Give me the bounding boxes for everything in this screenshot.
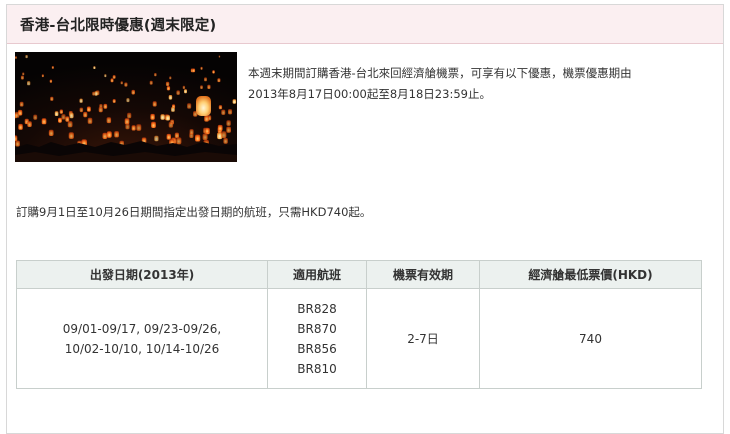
promo-description-line1: 本週末期間訂購香港-台北來回經濟艙機票，可享有以下優惠，機票優惠期由 bbox=[248, 66, 632, 80]
flights-cell: BR828 BR870 BR856 BR810 bbox=[267, 288, 367, 389]
flight-number: BR856 bbox=[297, 341, 337, 356]
offer-text: 訂購9月1日至10月26日期間指定出發日期的航班，只需HKD740起。 bbox=[16, 205, 372, 219]
price-cell: 740 bbox=[479, 288, 702, 389]
header-departure-date: 出發日期(2013年) bbox=[16, 260, 268, 289]
panel-title: 香港-台北限時優惠(週末限定) bbox=[20, 17, 217, 34]
panel-header: 香港-台北限時優惠(週末限定) bbox=[7, 5, 723, 44]
header-flights: 適用航班 bbox=[267, 260, 367, 289]
flight-number: BR828 bbox=[297, 301, 337, 316]
departure-dates-line: 10/02-10/10, 10/14-10/26 bbox=[64, 341, 220, 356]
validity-cell: 2-7日 bbox=[366, 288, 480, 389]
flight-number: BR870 bbox=[297, 321, 337, 336]
header-ticket-validity: 機票有效期 bbox=[366, 260, 480, 289]
header-lowest-fare: 經濟艙最低票價(HKD) bbox=[479, 260, 702, 289]
promo-description: 本週末期間訂購香港-台北來回經濟艙機票，可享有以下優惠，機票優惠期由 2013年… bbox=[248, 63, 700, 105]
sky-lanterns-image bbox=[15, 52, 237, 162]
promo-description-line2: 2013年8月17日00:00起至8月18日23:59止。 bbox=[248, 87, 491, 101]
departure-dates-line: 09/01-09/17, 09/23-09/26, bbox=[62, 321, 222, 336]
fare-table: 出發日期(2013年) 適用航班 機票有效期 經濟艙最低票價(HKD) 09/0… bbox=[16, 260, 702, 389]
fare-table-header-row: 出發日期(2013年) 適用航班 機票有效期 經濟艙最低票價(HKD) bbox=[16, 260, 702, 289]
flight-number: BR810 bbox=[297, 361, 337, 376]
departure-dates-cell: 09/01-09/17, 09/23-09/26, 10/02-10/10, 1… bbox=[16, 288, 268, 389]
table-row: 09/01-09/17, 09/23-09/26, 10/02-10/10, 1… bbox=[16, 288, 702, 389]
